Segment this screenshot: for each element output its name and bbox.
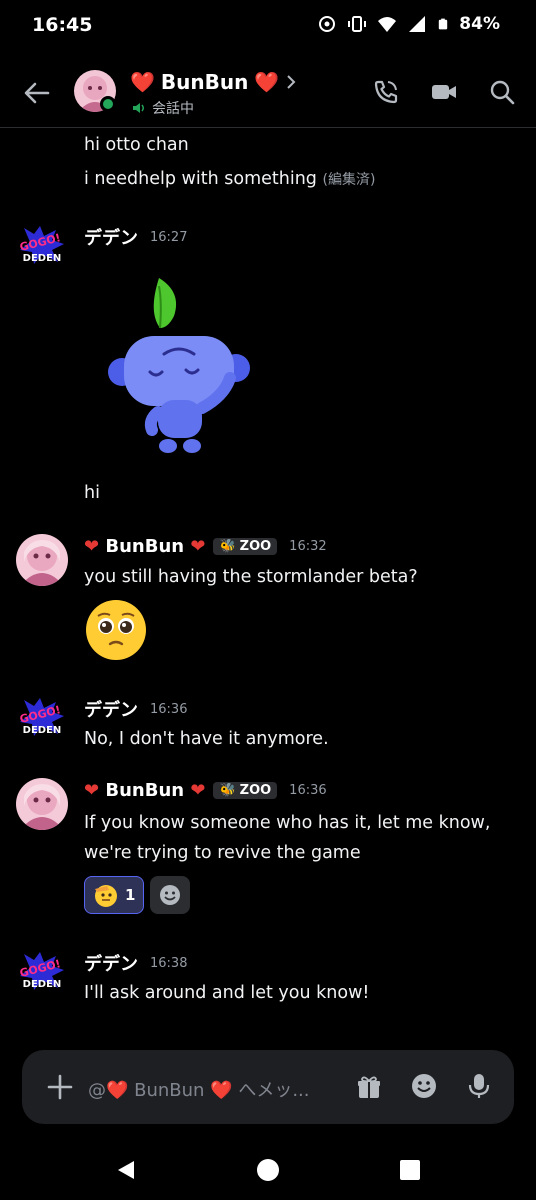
- heart-icon: ❤: [84, 780, 100, 801]
- author-name[interactable]: デデン: [84, 950, 138, 976]
- status-icons: 84%: [317, 14, 500, 34]
- header-username: BunBun: [160, 70, 249, 94]
- status-time: 16:45: [32, 14, 93, 36]
- battery-percent: 84%: [459, 14, 500, 34]
- reaction-salute[interactable]: 1: [84, 876, 145, 914]
- nav-home-icon[interactable]: [256, 1158, 280, 1182]
- nav-back-icon[interactable]: [114, 1158, 138, 1182]
- signal-icon: [409, 16, 426, 32]
- bunbun-avatar[interactable]: [16, 778, 68, 830]
- message-header: ❤ BunBun ❤ 🐝 ZOO 16:32: [84, 536, 327, 557]
- back-arrow-icon[interactable]: [22, 78, 52, 108]
- message-time: 16:32: [289, 539, 327, 554]
- plus-icon[interactable]: [46, 1073, 74, 1101]
- message-time: 16:36: [150, 701, 188, 717]
- chat-header: ❤️ BunBun ❤️ 会話中: [0, 56, 536, 128]
- message-time: 16:36: [289, 783, 327, 798]
- bee-icon: 🐝: [219, 783, 236, 798]
- message-list[interactable]: hi otto chan i needhelp with something (…: [0, 128, 536, 1048]
- bee-icon: 🐝: [219, 539, 236, 554]
- message-text: hi otto chan: [84, 135, 189, 155]
- message-header: ❤ BunBun ❤ 🐝 ZOO 16:36: [84, 780, 327, 801]
- message-text: hi: [84, 483, 100, 503]
- add-reaction-icon: [160, 885, 181, 905]
- sync-icon: [319, 16, 336, 32]
- add-reaction-button[interactable]: [150, 876, 191, 914]
- reactions: 1: [84, 876, 191, 914]
- heart-icon: ❤: [190, 780, 206, 801]
- wumpus-sticker[interactable]: [104, 272, 254, 462]
- pleading-face-emoji: [86, 600, 146, 660]
- message-time: 16:27: [150, 229, 188, 245]
- server-tag[interactable]: 🐝 ZOO: [213, 782, 278, 799]
- voice-status: 会話中: [132, 98, 194, 118]
- message-composer[interactable]: @❤️ BunBun ❤️ へメッ...: [22, 1050, 514, 1124]
- message-input[interactable]: @❤️ BunBun ❤️ へメッ...: [88, 1076, 309, 1102]
- status-bar: 16:45 84%: [0, 0, 536, 56]
- microphone-icon[interactable]: [466, 1072, 492, 1100]
- emoji-icon[interactable]: [410, 1072, 438, 1100]
- message-text: we're trying to revive the game: [84, 843, 361, 863]
- vibrate-icon: [348, 16, 367, 32]
- wifi-icon: [378, 17, 397, 32]
- saluting-face-icon: [95, 885, 117, 907]
- author-name[interactable]: ❤ BunBun ❤: [84, 780, 205, 801]
- message-header: デデン 16:27: [84, 224, 187, 250]
- heart-icon: ❤: [84, 536, 100, 557]
- author-name[interactable]: ❤ BunBun ❤: [84, 536, 205, 557]
- bunbun-avatar[interactable]: [16, 534, 68, 586]
- heart-icon: ❤️: [254, 70, 280, 94]
- message-time: 16:38: [150, 955, 188, 971]
- deden-avatar[interactable]: GOGO! DEDEN: [18, 950, 66, 998]
- gift-icon[interactable]: [356, 1074, 382, 1100]
- message-text: I'll ask around and let you know!: [84, 983, 370, 1003]
- message-text: If you know someone who has it, let me k…: [84, 813, 491, 833]
- system-nav-bar: [0, 1140, 536, 1200]
- deden-avatar[interactable]: GOGO! DEDEN: [18, 224, 66, 272]
- battery-icon: [439, 18, 448, 30]
- message-header: デデン 16:36: [84, 696, 187, 722]
- heart-icon: ❤: [190, 536, 206, 557]
- message-text: you still having the stormlander beta?: [84, 567, 418, 587]
- author-name[interactable]: デデン: [84, 224, 138, 250]
- author-name[interactable]: デデン: [84, 696, 138, 722]
- nav-recents-icon[interactable]: [398, 1158, 422, 1182]
- heart-icon: ❤️: [130, 70, 155, 94]
- message-header: デデン 16:38: [84, 950, 187, 976]
- search-icon[interactable]: [488, 78, 516, 106]
- speaker-icon: [133, 103, 144, 113]
- voice-status-text: 会話中: [152, 101, 194, 117]
- deden-logo-bottom: DEDEN: [23, 725, 62, 736]
- deden-logo-bottom: DEDEN: [23, 253, 62, 264]
- deden-avatar[interactable]: GOGO! DEDEN: [18, 696, 66, 744]
- header-name[interactable]: ❤️ BunBun ❤️: [130, 70, 297, 94]
- deden-logo-bottom: DEDEN: [23, 979, 62, 990]
- message-text: i needhelp with something (編集済): [84, 169, 376, 189]
- chevron-right-icon: [287, 75, 296, 89]
- server-tag[interactable]: 🐝 ZOO: [213, 538, 278, 555]
- edited-label: (編集済): [322, 172, 376, 188]
- header-actions: [372, 78, 516, 106]
- reaction-count: 1: [125, 886, 136, 904]
- message-text: No, I don't have it anymore.: [84, 729, 329, 749]
- phone-call-icon[interactable]: [372, 78, 400, 106]
- online-status-indicator: [100, 96, 116, 112]
- video-call-icon[interactable]: [430, 78, 458, 106]
